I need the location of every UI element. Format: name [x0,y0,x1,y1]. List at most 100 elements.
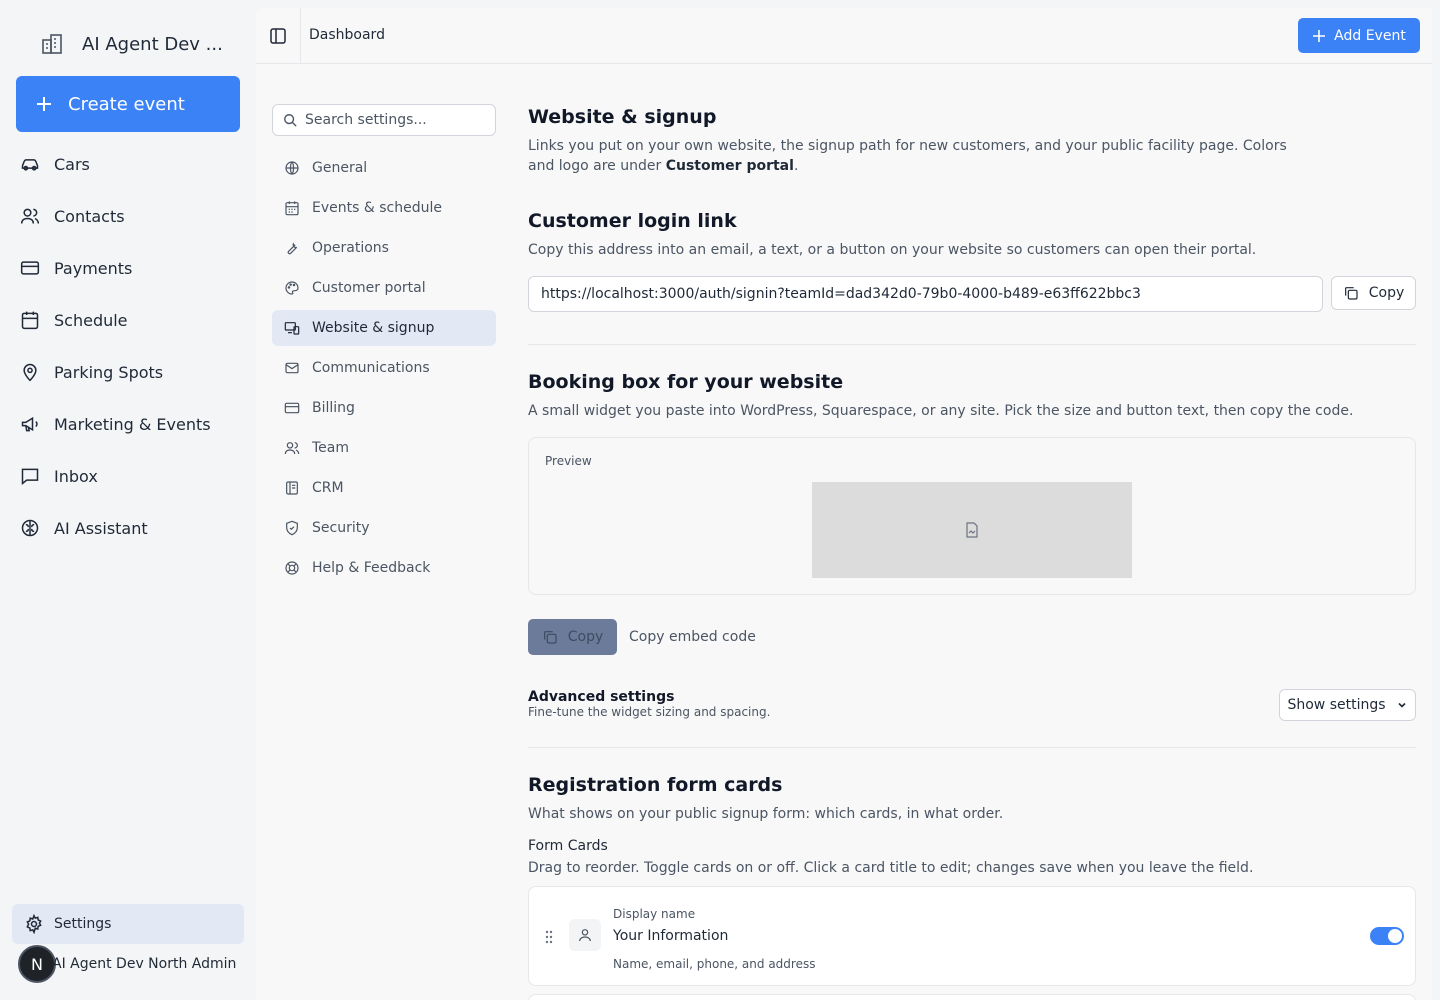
subnav-item-team[interactable]: Team [272,430,496,466]
advanced-settings-title: Advanced settings [528,689,675,705]
nav-label: Payments [54,258,133,278]
brand[interactable]: AI Agent Dev ... [40,30,223,58]
login-link-title: Customer login link [528,210,737,232]
page-description: Links you put on your own website, the s… [528,136,1288,176]
users-icon [284,440,300,456]
chevron-down-icon [1396,699,1408,711]
credit-card-icon [20,258,40,278]
subnav-item-communications[interactable]: Communications [272,350,496,386]
brand-name: AI Agent Dev ... [82,33,223,55]
map-pin-icon [20,362,40,382]
nav-item-settings[interactable]: Settings [12,904,244,944]
nav-label: Cars [54,154,90,174]
building-icon [40,32,64,56]
subnav-item-operations[interactable]: Operations [272,230,496,266]
nav-item-cars[interactable]: Cars [0,138,256,190]
subnav-item-help-feedback[interactable]: Help & Feedback [272,550,496,586]
settings-label: Settings [54,916,112,932]
subnav-label: Events & schedule [312,200,442,216]
users-icon [20,206,40,226]
nav-item-contacts[interactable]: Contacts [0,190,256,242]
sidebar-toggle-icon[interactable] [268,26,288,46]
show-settings-label: Show settings [1287,697,1386,713]
subnav-label: General [312,160,368,176]
subnav-label: CRM [312,480,344,496]
settings-subnav: General Events & schedule Operations Cus… [272,104,496,590]
breadcrumb[interactable]: Dashboard [309,27,385,43]
page-desc-end: . [793,158,799,174]
nav-label: AI Assistant [54,518,148,538]
card-enabled-toggle[interactable] [1370,927,1404,945]
copy-embed-button[interactable]: Copy [528,619,617,655]
section-divider [528,747,1416,748]
nav-label: Schedule [54,310,128,330]
avatar[interactable]: N [18,945,56,983]
nav-item-parking-spots[interactable]: Parking Spots [0,346,256,398]
copy-icon [1343,285,1359,301]
card-title[interactable]: Your Information [613,928,728,944]
shield-icon [284,520,300,536]
add-event-label: Add Event [1334,27,1406,44]
nav-item-marketing-events[interactable]: Marketing & Events [0,398,256,450]
palette-icon [284,280,300,296]
login-url-field[interactable]: https://localhost:3000/auth/signin?teamI… [528,276,1323,312]
booking-box-desc: A small widget you paste into WordPress,… [528,403,1354,419]
subnav-item-crm[interactable]: CRM [272,470,496,506]
registration-title: Registration form cards [528,774,783,796]
card-label: Display name [613,907,696,921]
show-settings-button[interactable]: Show settings [1279,689,1416,721]
nav-item-ai-assistant[interactable]: AI Assistant [0,502,256,554]
main-nav: Cars Contacts Payments Schedule Parking … [0,138,256,554]
subnav-item-billing[interactable]: Billing [272,390,496,426]
copy-embed-label: Copy embed code [629,629,756,645]
add-event-button[interactable]: Add Event [1298,18,1420,53]
user-name: AI Agent Dev North Admin [52,956,237,972]
advanced-settings-text: Advanced settings Fine-tune the widget s… [528,689,770,719]
calendar-icon [284,200,300,216]
globe-icon [284,160,300,176]
subnav-label: Communications [312,360,430,376]
subnav-item-security[interactable]: Security [272,510,496,546]
brain-icon [20,518,40,538]
copy-label: Copy [567,629,604,645]
customer-portal-link: Customer portal [665,158,794,174]
main-panel: Dashboard Add Event General Events & sch… [256,8,1432,1000]
subnav-item-website-signup[interactable]: Website & signup [272,310,496,346]
nav-item-schedule[interactable]: Schedule [0,294,256,346]
nav-label: Parking Spots [54,362,164,382]
subnav-label: Operations [312,240,389,256]
login-url-row: https://localhost:3000/auth/signin?teamI… [528,276,1416,312]
app-sidebar: AI Agent Dev ... Create event Cars Conta… [0,0,256,1000]
gear-icon [24,914,44,934]
plus-icon [34,94,54,114]
page-desc-text: Links you put on your own website, the s… [528,138,1287,174]
copy-login-url-button[interactable]: Copy [1331,276,1416,310]
settings-search[interactable] [272,104,496,136]
nav-item-inbox[interactable]: Inbox [0,450,256,502]
user-icon [569,919,601,951]
nav-label: Marketing & Events [54,414,211,434]
subnav-label: Website & signup [312,320,435,336]
preview-frame [812,482,1132,578]
contact-icon [284,480,300,496]
preview-label: Preview [545,454,592,468]
life-buoy-icon [284,560,300,576]
wrench-icon [284,240,300,256]
mail-icon [284,360,300,376]
embed-copy-row: Copy Copy embed code [528,619,756,655]
subnav-item-general[interactable]: General [272,150,496,186]
nav-item-payments[interactable]: Payments [0,242,256,294]
subnav-item-events-schedule[interactable]: Events & schedule [272,190,496,226]
advanced-settings-desc: Fine-tune the widget sizing and spacing. [528,705,771,719]
monitor-smartphone-icon [284,320,300,336]
subnav-label: Team [312,440,350,456]
user-menu[interactable]: N AI Agent Dev North Admin [18,944,236,984]
form-cards-label: Form Cards [528,838,608,854]
credit-card-icon [284,400,300,416]
create-event-button[interactable]: Create event [16,76,240,132]
car-icon [20,154,40,174]
subnav-item-customer-portal[interactable]: Customer portal [272,270,496,306]
search-input[interactable] [305,112,485,128]
drag-handle-icon[interactable] [543,929,555,945]
copy-label: Copy [1368,285,1405,301]
